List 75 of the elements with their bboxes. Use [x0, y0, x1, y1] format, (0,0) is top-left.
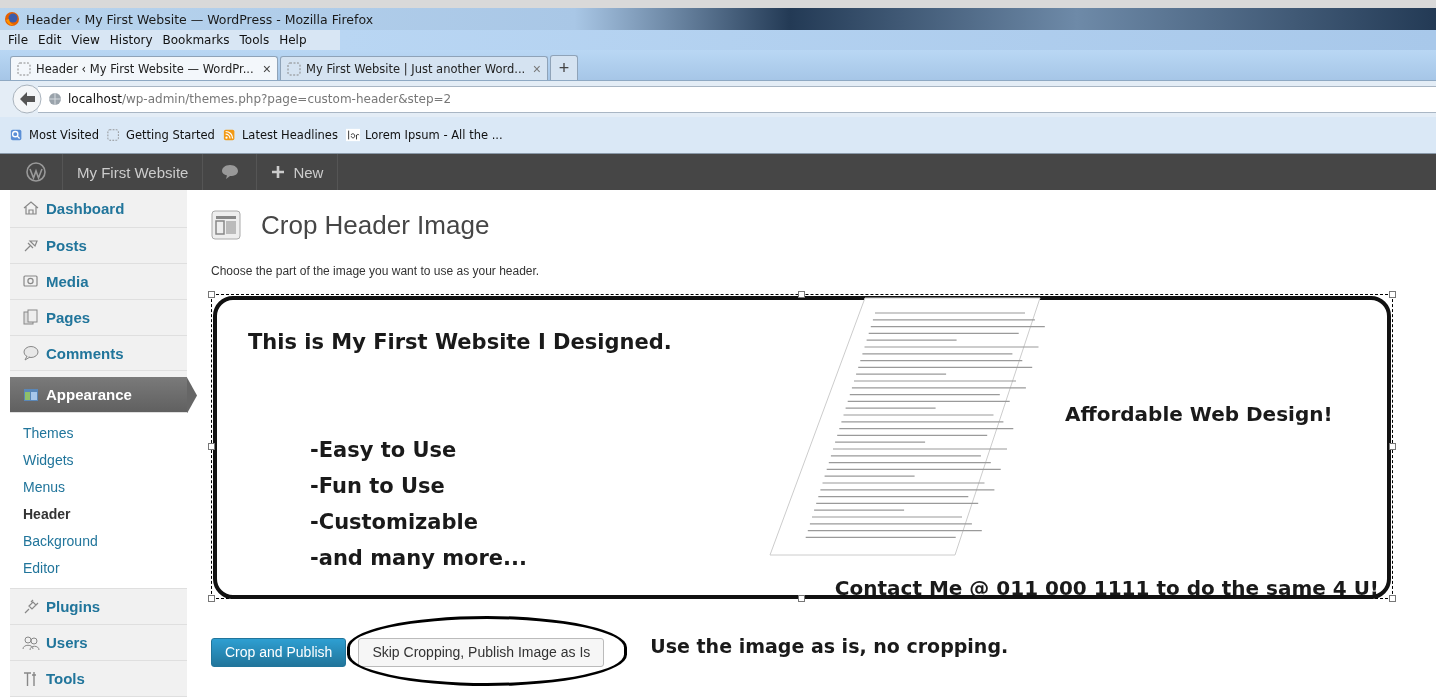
menu-item[interactable]: Edit	[38, 33, 62, 47]
url-text: localhost/wp-admin/themes.php?page=custom-header&step=2	[68, 92, 452, 106]
script-icon	[345, 128, 360, 142]
feature-text: -and many more...	[310, 545, 529, 572]
close-icon[interactable]: ×	[532, 60, 541, 77]
publish-button[interactable]: Crop and Publish	[211, 637, 347, 667]
image-tagline: Affordable Web Design!	[1065, 402, 1334, 426]
feature-text: -Fun to Use	[310, 473, 446, 500]
globe-icon	[48, 92, 62, 106]
page-icon	[17, 61, 31, 76]
plug-icon	[22, 597, 40, 616]
tab-label: My First Website | Just another Word...	[306, 61, 527, 76]
sidebar-item[interactable]: Posts	[10, 227, 187, 264]
bookmark-item[interactable]: Most Visited	[10, 128, 99, 142]
bookmark-item[interactable]: Latest Headlines	[222, 128, 338, 142]
skip-button[interactable]: Skip Cropping, Publish Image as Is	[358, 637, 605, 667]
page-title: Crop Header Image	[261, 209, 490, 241]
sidebar-item[interactable]: Tools	[10, 661, 187, 697]
page-icon	[287, 61, 301, 76]
pages-icon	[22, 308, 40, 327]
submenu-item[interactable]: Editor	[10, 555, 187, 583]
comment-icon	[22, 344, 40, 362]
menu-item[interactable]: Help	[279, 33, 307, 47]
logo-icon	[26, 162, 46, 182]
back-icon	[12, 84, 42, 114]
browser-tab[interactable]: My First Website | Just another Word... ×	[280, 56, 548, 80]
bookmark-item[interactable]: Getting Started	[107, 128, 215, 142]
close-icon[interactable]: ×	[262, 60, 271, 77]
feature-text: -Easy to Use	[310, 437, 458, 464]
menu-item[interactable]: Tools	[239, 33, 270, 47]
sidebar-item[interactable]: Pages	[10, 299, 187, 336]
tab-label: Header ‹ My First Website — WordPr...	[36, 61, 255, 76]
crop-handle[interactable]	[1389, 595, 1396, 602]
search-icon	[10, 128, 24, 142]
address-field[interactable]: localhost/wp-admin/themes.php?page=custom-header&step=2	[38, 85, 1436, 113]
submenu-item[interactable]: Widgets	[10, 447, 187, 475]
menu-item[interactable]: History	[109, 33, 153, 47]
users-icon	[22, 633, 40, 652]
crop-handle[interactable]	[208, 291, 215, 298]
crop-handle[interactable]	[208, 595, 215, 602]
crop-handle[interactable]	[1389, 291, 1396, 298]
window-title: Header ‹ My First Website — WordPress - Mozilla Firefox	[26, 11, 374, 27]
crop-handle[interactable]	[798, 291, 805, 298]
feed-icon	[222, 128, 237, 142]
submenu-item[interactable]: Header	[10, 501, 187, 529]
page-description: Choose the part of the image you want to use as your header.	[211, 264, 541, 278]
browser-logo-icon	[4, 11, 20, 27]
home-icon	[22, 199, 40, 218]
bookmark-item[interactable]: Lorem Ipsum - All the ...	[345, 128, 503, 142]
image-contact-text: Contact Me @ 011 000 1111 to do the same 4 U!	[834, 576, 1379, 600]
new-tab-button[interactable]: +	[550, 55, 578, 80]
page-icon	[107, 128, 121, 142]
crop-handle[interactable]	[1389, 443, 1396, 450]
menu-item[interactable]: File	[8, 33, 29, 47]
feature-text: -Customizable	[310, 509, 479, 536]
sidebar-item[interactable]: Users	[10, 625, 187, 662]
plus-icon	[271, 165, 286, 179]
comment-icon	[219, 162, 240, 182]
sidebar-item[interactable]: Dashboard	[10, 190, 187, 228]
sidebar-item[interactable]: Comments	[10, 335, 187, 372]
annotation-text: Use the image as is, no cropping.	[650, 635, 1009, 657]
image-headline: This is My First Website I Designed.	[248, 330, 673, 354]
browser-tab[interactable]: Header ‹ My First Website — WordPr... ×	[10, 56, 278, 80]
menu-item[interactable]: Bookmarks	[162, 33, 230, 47]
menu-item[interactable]: View	[71, 33, 100, 47]
crop-handle[interactable]	[798, 595, 805, 602]
sidebar-item[interactable]: Plugins	[10, 589, 187, 626]
submenu-item[interactable]: Menus	[10, 474, 187, 502]
submenu-item[interactable]: Background	[10, 528, 187, 556]
crop-selection[interactable]: This is My First Website I Designed. -Easy to Use -Fun to Use -Customizable -and many more... Affordable Web Design! Contact Me @ 011 000 1111 to do the same 4 U!	[211, 294, 1393, 599]
crop-handle[interactable]	[208, 443, 215, 450]
layout-icon	[211, 210, 241, 240]
sidebar-item[interactable]: Media	[10, 263, 187, 300]
submenu-item[interactable]: Themes	[10, 420, 187, 448]
new-content-link[interactable]: New	[257, 154, 339, 190]
